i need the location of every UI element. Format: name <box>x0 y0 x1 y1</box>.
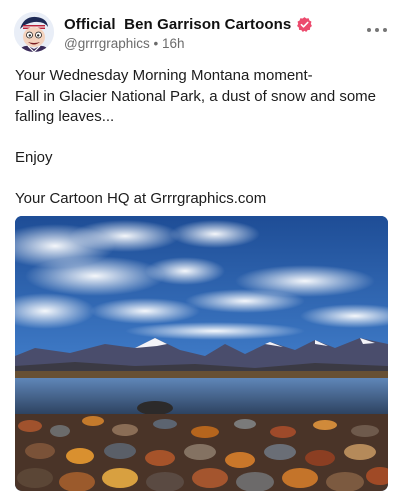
landscape-photo <box>15 216 388 491</box>
author-name-row: Official Ben Garrison Cartoons <box>64 16 313 33</box>
verified-badge-icon <box>296 16 313 33</box>
post-card: Official Ben Garrison Cartoons @grrrgrap… <box>0 0 403 500</box>
post-photo[interactable] <box>15 216 388 491</box>
author-avatar[interactable] <box>14 12 54 52</box>
post-caption: Your Wednesday Morning Montana moment- F… <box>15 66 389 210</box>
caption-line: Fall in Glacier National Park, a dust of… <box>15 87 381 126</box>
author-handle[interactable]: @grrrgraphics <box>64 36 150 51</box>
more-options-button[interactable] <box>367 22 387 38</box>
caption-line[interactable]: Your Cartoon HQ at Grrrgraphics.com <box>15 189 389 210</box>
author-name[interactable]: Official Ben Garrison Cartoons <box>64 16 291 33</box>
meta-separator: • <box>153 36 159 51</box>
caption-line: Enjoy <box>15 149 53 166</box>
caption-line: Your Wednesday Morning Montana moment- <box>15 67 313 84</box>
post-meta: @grrrgraphics • 16h <box>64 36 185 51</box>
avatar-image <box>14 12 54 52</box>
post-timestamp[interactable]: 16h <box>162 36 185 51</box>
more-options-icon <box>367 28 371 32</box>
post-header: Official Ben Garrison Cartoons @grrrgrap… <box>14 12 393 56</box>
